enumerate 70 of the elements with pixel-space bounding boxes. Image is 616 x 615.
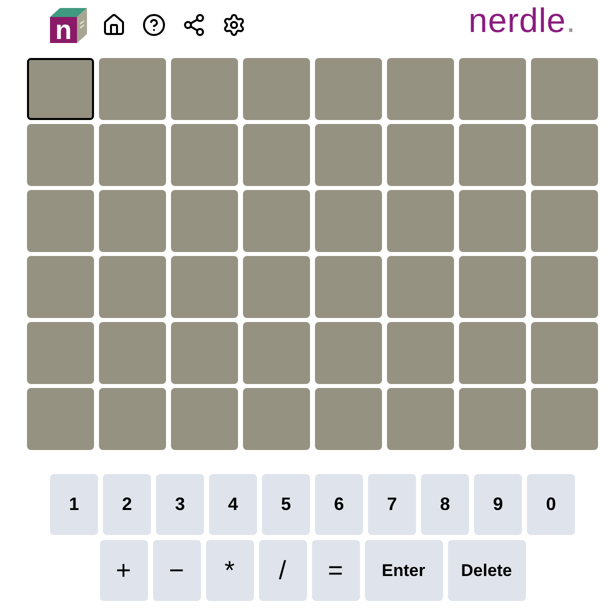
board-tile[interactable]	[459, 124, 526, 186]
board-tile[interactable]	[387, 388, 454, 450]
board-tile[interactable]	[531, 124, 598, 186]
home-icon[interactable]	[102, 13, 126, 37]
board-tile[interactable]	[27, 256, 94, 318]
keyboard-key[interactable]: 6	[315, 474, 363, 535]
keyboard-key[interactable]: 2	[103, 474, 151, 535]
board-tile[interactable]	[459, 190, 526, 252]
board-tile[interactable]	[459, 388, 526, 450]
board-tile[interactable]	[171, 124, 238, 186]
board-tile[interactable]	[27, 322, 94, 384]
board-tile[interactable]	[387, 256, 454, 318]
keyboard-key[interactable]: 9	[474, 474, 522, 535]
board-tile[interactable]	[315, 124, 382, 186]
board-tile[interactable]	[99, 256, 166, 318]
board-tile[interactable]	[171, 322, 238, 384]
board-tile[interactable]	[99, 124, 166, 186]
keyboard-key[interactable]: 3	[156, 474, 204, 535]
board-tile[interactable]	[387, 124, 454, 186]
board-tile[interactable]	[315, 322, 382, 384]
board-tile[interactable]	[243, 190, 310, 252]
board-tile[interactable]	[315, 190, 382, 252]
board-tile[interactable]	[27, 190, 94, 252]
board-tile[interactable]	[99, 58, 166, 120]
keyboard-key[interactable]: +	[100, 540, 148, 601]
board-tile[interactable]	[459, 256, 526, 318]
board-tile[interactable]	[531, 190, 598, 252]
board-tile[interactable]	[99, 190, 166, 252]
keyboard-key[interactable]: =	[312, 540, 360, 601]
board-tile[interactable]	[531, 388, 598, 450]
keyboard-key[interactable]: Delete	[448, 540, 526, 601]
board-tile[interactable]	[387, 190, 454, 252]
board-tile[interactable]	[243, 124, 310, 186]
keyboard-key[interactable]: −	[152, 540, 200, 601]
board-tile[interactable]	[387, 322, 454, 384]
board-tile[interactable]	[243, 58, 310, 120]
keyboard-key[interactable]: 0	[527, 474, 575, 535]
board-tile[interactable]	[459, 322, 526, 384]
board-tile[interactable]	[243, 256, 310, 318]
board-tile[interactable]	[171, 388, 238, 450]
board-tile[interactable]	[531, 58, 598, 120]
board-tile[interactable]	[171, 256, 238, 318]
keyboard-key[interactable]: 4	[209, 474, 257, 535]
board-tile[interactable]	[387, 58, 454, 120]
board-tile[interactable]	[171, 58, 238, 120]
wordmark-logo: nerdle.	[468, 4, 576, 38]
board-tile[interactable]	[99, 388, 166, 450]
board-tile[interactable]	[459, 58, 526, 120]
board-tile[interactable]	[171, 190, 238, 252]
keyboard-key[interactable]: 5	[262, 474, 310, 535]
keyboard-key[interactable]: /	[258, 540, 306, 601]
keyboard-key[interactable]: 7	[368, 474, 416, 535]
keyboard-key[interactable]: 1	[50, 474, 98, 535]
keyboard-key[interactable]: *	[206, 540, 254, 601]
keyboard-key[interactable]: 8	[421, 474, 469, 535]
board-tile[interactable]	[243, 322, 310, 384]
board-tile[interactable]	[315, 388, 382, 450]
board-tile[interactable]	[27, 124, 94, 186]
share-icon[interactable]	[182, 13, 206, 37]
keyboard-key[interactable]: Enter	[364, 540, 442, 601]
board-tile[interactable]	[315, 256, 382, 318]
board-tile[interactable]	[27, 58, 94, 120]
board-tile[interactable]	[315, 58, 382, 120]
board-tile[interactable]	[99, 322, 166, 384]
help-icon[interactable]	[142, 13, 166, 37]
settings-icon[interactable]	[222, 13, 246, 37]
board-tile[interactable]	[27, 388, 94, 450]
board-tile[interactable]	[243, 388, 310, 450]
board-tile[interactable]	[531, 322, 598, 384]
board-tile[interactable]	[531, 256, 598, 318]
